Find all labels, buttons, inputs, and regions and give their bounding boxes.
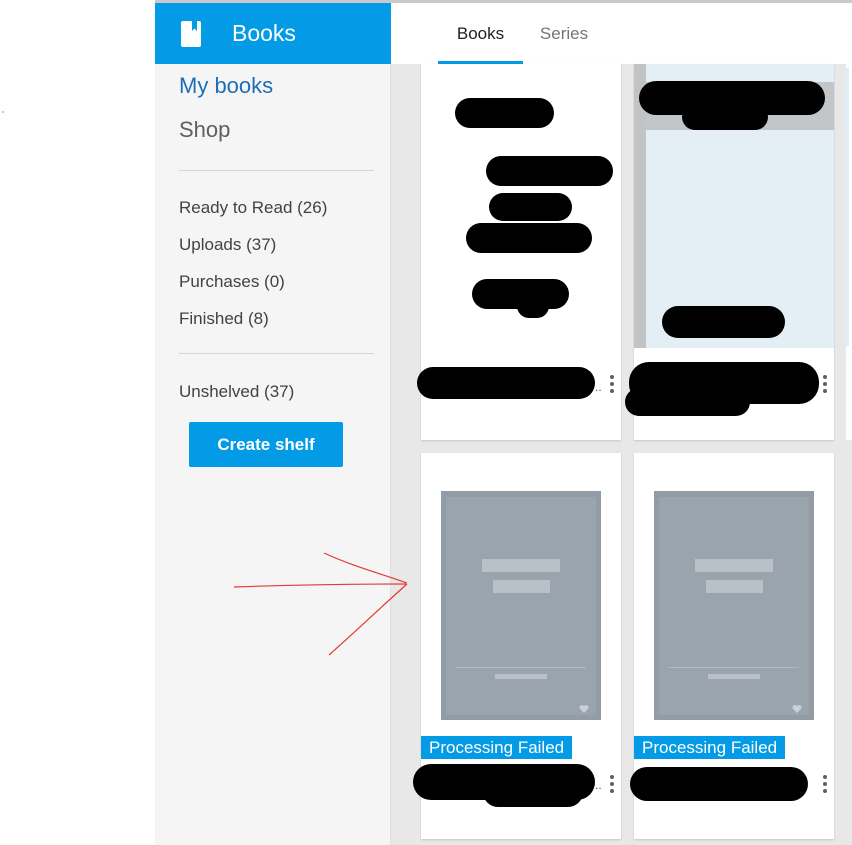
books-app-screen: Books Books Series My books Shop Ready t… bbox=[0, 0, 852, 845]
create-shelf-button[interactable]: Create shelf bbox=[189, 422, 343, 467]
book-grid: .. Processing Failed .. Processing Faile… bbox=[391, 64, 852, 845]
book-card[interactable]: Processing Failed bbox=[630, 453, 834, 839]
redacted-text bbox=[662, 306, 785, 338]
sidebar-divider bbox=[179, 353, 374, 354]
placeholder-cover bbox=[441, 491, 601, 720]
status-badge: Processing Failed bbox=[634, 736, 786, 759]
stray-dot bbox=[2, 111, 4, 113]
sidebar-divider bbox=[179, 170, 374, 171]
redacted-title bbox=[483, 777, 583, 807]
redacted-title bbox=[417, 367, 595, 399]
redacted-text bbox=[455, 98, 554, 128]
book-card-partial bbox=[846, 64, 852, 440]
more-vert-icon[interactable] bbox=[609, 775, 615, 797]
app-header-brand[interactable]: Books bbox=[155, 3, 391, 64]
redacted-text bbox=[489, 193, 572, 221]
blank-margin bbox=[0, 0, 155, 845]
shelf-ready-to-read[interactable]: Ready to Read (26) bbox=[179, 198, 327, 218]
heart-icon bbox=[792, 705, 802, 713]
redacted-text bbox=[517, 294, 549, 318]
redacted-text bbox=[486, 156, 613, 186]
tab-series[interactable]: Series bbox=[531, 3, 597, 64]
more-vert-icon[interactable] bbox=[822, 775, 828, 797]
book-icon bbox=[181, 20, 201, 47]
redacted-title bbox=[630, 767, 808, 801]
shelf-purchases[interactable]: Purchases (0) bbox=[179, 272, 285, 292]
placeholder-cover bbox=[654, 491, 814, 720]
more-vert-icon[interactable] bbox=[609, 375, 615, 397]
tab-bar: Books Series bbox=[391, 3, 852, 64]
status-badge: Processing Failed bbox=[421, 736, 573, 759]
book-card[interactable]: Processing Failed .. bbox=[413, 453, 621, 839]
redacted-author bbox=[625, 388, 750, 416]
redacted-text bbox=[466, 223, 592, 253]
sidebar: My books Shop Ready to Read (26) Uploads… bbox=[155, 64, 391, 845]
redacted-text bbox=[682, 104, 768, 130]
book-card[interactable]: .. bbox=[417, 64, 621, 440]
nav-shop[interactable]: Shop bbox=[179, 117, 230, 143]
title-ellipsis: .. bbox=[595, 380, 602, 394]
book-card[interactable] bbox=[625, 64, 834, 440]
nav-my-books[interactable]: My books bbox=[179, 73, 273, 99]
shelf-unshelved[interactable]: Unshelved (37) bbox=[179, 382, 294, 402]
shelf-finished[interactable]: Finished (8) bbox=[179, 309, 269, 329]
heart-icon bbox=[579, 705, 589, 713]
title-ellipsis: .. bbox=[595, 778, 602, 792]
shelf-uploads[interactable]: Uploads (37) bbox=[179, 235, 276, 255]
more-vert-icon[interactable] bbox=[822, 375, 828, 397]
tab-books[interactable]: Books bbox=[438, 3, 523, 64]
app-title: Books bbox=[232, 20, 296, 46]
